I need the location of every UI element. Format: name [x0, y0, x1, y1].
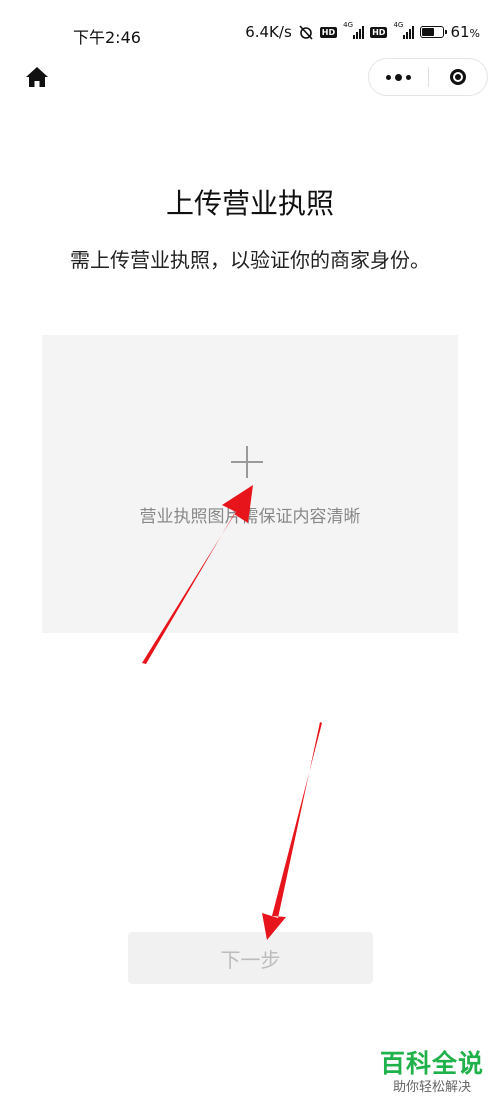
- alarm-off-icon: [298, 24, 314, 40]
- arrow-to-next-button: [262, 722, 322, 940]
- status-indicators: 6.4K/s HD 4G HD 4G 61%: [245, 21, 480, 41]
- watermark-slogan: 助你轻松解决: [392, 1080, 471, 1095]
- signal-icon: 4G: [343, 21, 365, 39]
- network-speed: 6.4K/s: [245, 23, 292, 41]
- watermark-logo: 百科全说 助你轻松解决: [376, 1049, 488, 1096]
- more-dots-icon[interactable]: [369, 59, 428, 95]
- battery-percent: 61%: [450, 23, 480, 41]
- signal-icon-2: 4G: [393, 21, 415, 39]
- target-close-icon[interactable]: [429, 59, 487, 95]
- home-icon[interactable]: [22, 62, 52, 92]
- upload-hint: 营业执照图片需保证内容清晰: [139, 507, 361, 527]
- plus-icon: [231, 446, 263, 478]
- page-subtitle: 需上传营业执照，以验证你的商家身份。: [70, 248, 430, 272]
- hd-icon-2: HD: [370, 26, 388, 38]
- mini-program-capsule: [368, 58, 488, 96]
- license-upload-area[interactable]: 营业执照图片需保证内容清晰: [42, 335, 458, 633]
- battery-icon: [420, 26, 448, 38]
- next-step-button[interactable]: 下一步: [128, 932, 373, 984]
- page-title: 上传营业执照: [165, 187, 334, 220]
- watermark-brand: 百科全说: [379, 1049, 484, 1078]
- status-time: 下午2:46: [73, 28, 141, 47]
- hd-icon: HD: [319, 26, 338, 38]
